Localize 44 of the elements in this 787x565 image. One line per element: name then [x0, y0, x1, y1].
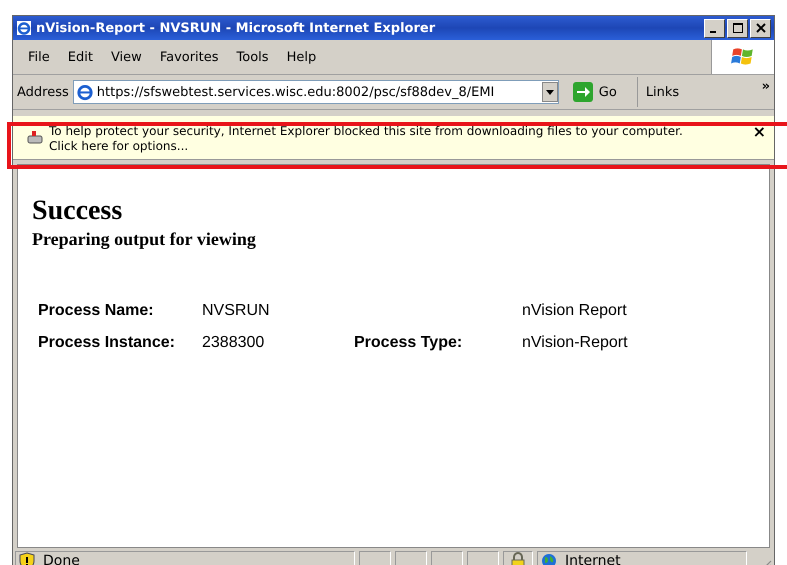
- shield-icon: [19, 552, 35, 565]
- menu-item[interactable]: Tools: [230, 50, 276, 64]
- status-text: Done: [43, 553, 80, 565]
- go-button[interactable]: Go: [568, 77, 638, 107]
- status-panel: [395, 551, 427, 565]
- field-label: Process Name:: [38, 302, 155, 320]
- status-panel: [431, 551, 463, 565]
- security-message: To help protect your security, Internet Explorer blocked this site from downloading files to your computer. Click here for options...: [49, 124, 684, 154]
- minimize-icon: [710, 31, 716, 33]
- zone-text: Internet: [565, 553, 621, 565]
- browser-icon: [16, 20, 32, 36]
- globe-icon: [541, 553, 557, 565]
- field-value: NVSRUN: [202, 302, 271, 320]
- field-value: nVision-Report: [522, 334, 629, 352]
- field-label: Process Instance:: [38, 334, 176, 352]
- page-heading: Success: [32, 195, 124, 227]
- page-subheading: Preparing output for viewing: [32, 229, 257, 250]
- links-button[interactable]: Links: [646, 84, 680, 100]
- status-panel: [467, 551, 499, 565]
- menu-item[interactable]: View: [104, 50, 149, 64]
- more-links-chevron[interactable]: »: [762, 75, 770, 94]
- dropdown-button[interactable]: [542, 82, 558, 102]
- close-icon[interactable]: ×: [752, 124, 766, 140]
- maximize-icon: [732, 23, 742, 33]
- caret-icon: [546, 90, 554, 94]
- field-value: 2388300: [202, 334, 266, 352]
- field-label: Process Type:: [354, 334, 462, 351]
- close-icon: [756, 23, 766, 33]
- menu-item[interactable]: Edit: [60, 50, 100, 64]
- address-field[interactable]: https://sfswebtest.services.wisc.edu:8002/psc/sf88dev_8/EMI: [72, 80, 559, 104]
- padlock-icon: [511, 552, 525, 565]
- menu-item[interactable]: Favorites: [152, 50, 226, 64]
- minimize-button[interactable]: [704, 18, 725, 38]
- information-bar[interactable]: To help protect your security, Internet Explorer blocked this site from downloading files to your computer. Click here for options... ×: [13, 116, 774, 160]
- address-label: Address: [17, 84, 69, 100]
- maximize-button[interactable]: [727, 18, 748, 38]
- page-icon: [76, 83, 94, 101]
- field-value: nVision Report: [522, 302, 628, 320]
- status-panel: [359, 551, 391, 565]
- close-button[interactable]: [750, 18, 771, 38]
- menu-item[interactable]: Help: [280, 50, 324, 64]
- printer-icon: [27, 130, 43, 144]
- menu-item[interactable]: File: [21, 50, 57, 64]
- window-title: nVision-Report - NVSRUN - Microsoft Internet Explorer: [36, 20, 436, 36]
